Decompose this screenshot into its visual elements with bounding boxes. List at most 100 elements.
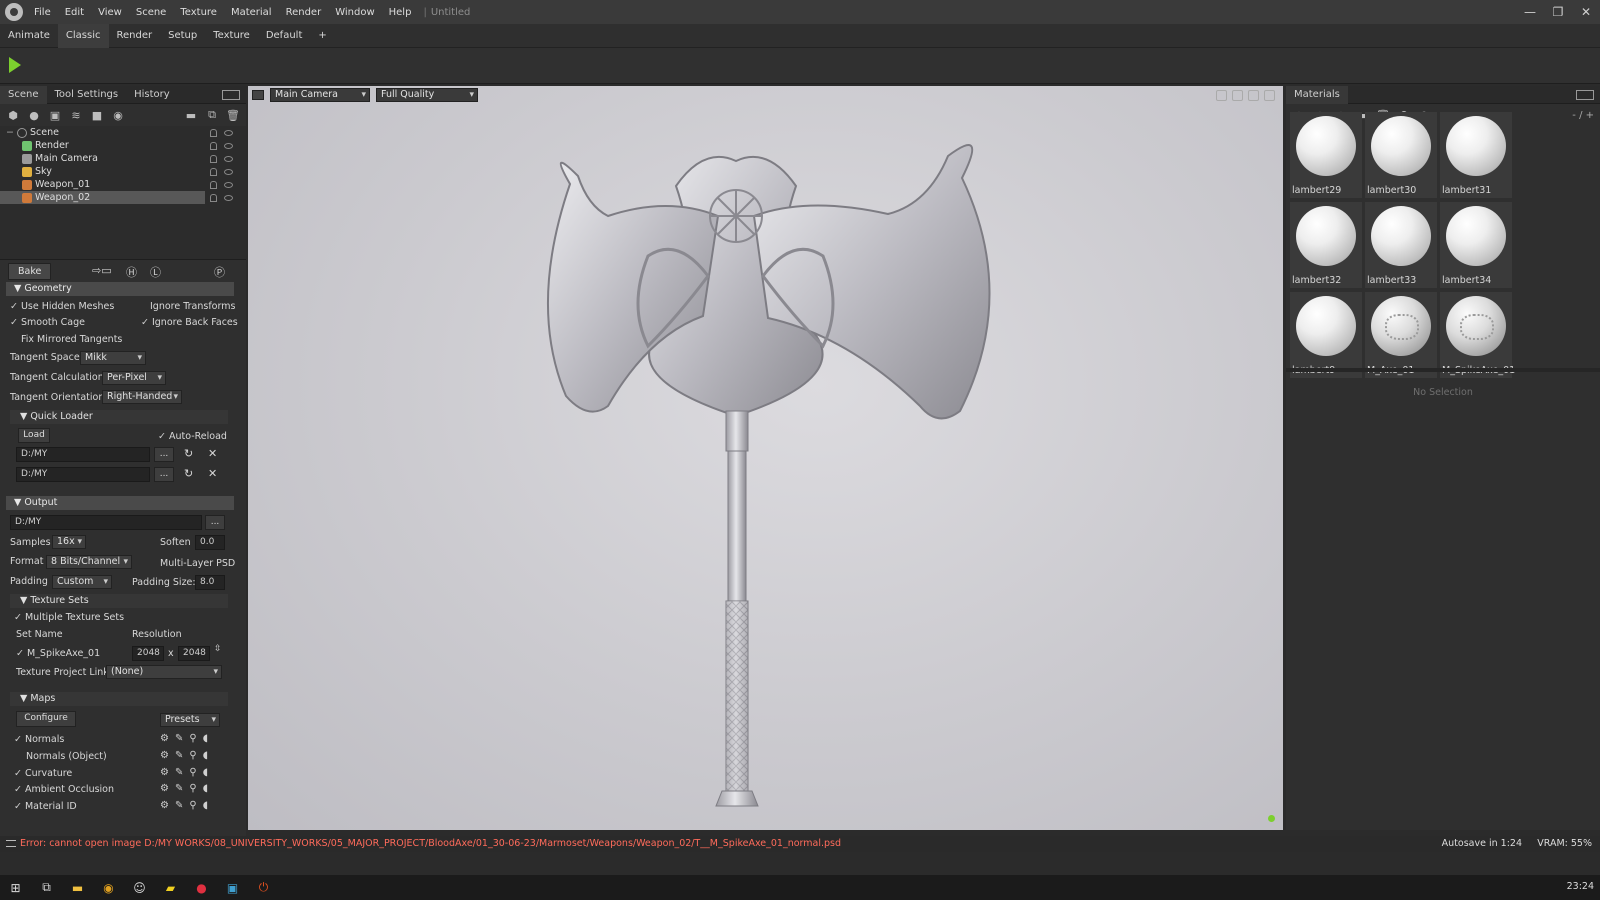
tree-item-scene[interactable]: − Scene [0, 126, 246, 139]
output-path-field[interactable]: D:/MY WORKS/08_UNIVERSITY_WORKS/05_M [10, 515, 202, 530]
maximize-icon[interactable]: ❐ [1544, 0, 1572, 24]
panel-splitter[interactable] [1286, 368, 1600, 372]
padding-dropdown[interactable]: Custom [52, 575, 112, 589]
geometry-header[interactable]: ▼ Geometry [6, 282, 234, 296]
folder-icon[interactable]: ▬ [184, 108, 198, 122]
menu-help[interactable]: Help [383, 7, 420, 18]
remove-icon[interactable]: ✕ [208, 447, 217, 460]
gear-icon[interactable]: ⚙ [160, 783, 169, 794]
texture-set-row[interactable]: M_SpikeAxe_01 [16, 648, 100, 659]
popout-icon[interactable] [1576, 89, 1594, 100]
multi-layer-psd-checkbox[interactable]: Multi-Layer PSD [160, 558, 235, 569]
export-icon[interactable]: ⇨▭ [92, 264, 112, 277]
zoom-counter[interactable]: - / + [1572, 110, 1594, 121]
eye-icon[interactable] [224, 194, 233, 201]
tab-materials[interactable]: Materials [1286, 85, 1348, 104]
multiple-texture-sets-checkbox[interactable]: Multiple Texture Sets [14, 612, 124, 623]
auto-reload-checkbox[interactable]: Auto-Reload [158, 431, 227, 442]
minimize-icon[interactable]: — [1516, 0, 1544, 24]
configure-button[interactable]: Configure [16, 711, 76, 727]
gear-icon[interactable]: ⚙ [160, 767, 169, 778]
app-icon[interactable]: ☺ [124, 875, 155, 900]
menu-file[interactable]: File [28, 7, 59, 18]
close-icon[interactable]: ✕ [1572, 0, 1600, 24]
ignore-back-faces-checkbox[interactable]: Ignore Back Faces [141, 317, 238, 328]
material-item[interactable]: lambert30 [1365, 112, 1437, 198]
tree-item-render[interactable]: Render [0, 139, 246, 152]
output-icon[interactable]: ◖ [203, 767, 208, 778]
resolution-width-field[interactable]: 2048 [132, 646, 164, 661]
tangent-calculation-dropdown[interactable]: Per-Pixel [102, 371, 166, 385]
map-normals-checkbox[interactable]: Normals [14, 734, 64, 745]
lock-icon[interactable] [210, 193, 217, 202]
eye-icon[interactable] [224, 155, 233, 162]
search-icon[interactable]: ⚲ [189, 783, 196, 794]
tab-default[interactable]: Default [258, 30, 311, 41]
quick-loader-path-1[interactable]: D:/MY WORKS/08_UNIVERSITY [16, 447, 150, 462]
low-icon[interactable]: Ⓛ [150, 264, 161, 280]
material-item[interactable]: lambert31 [1440, 112, 1512, 198]
tab-history[interactable]: History [126, 86, 178, 104]
resolution-stepper[interactable]: ⇳ [214, 644, 222, 654]
edit-icon[interactable]: ✎ [175, 800, 183, 811]
popout-icon[interactable] [222, 89, 240, 100]
tab-animate[interactable]: Animate [0, 30, 58, 41]
browse-button-2[interactable]: ... [154, 467, 174, 482]
material-item[interactable]: lambert29 [1290, 112, 1362, 198]
menu-view[interactable]: View [92, 7, 130, 18]
add-mesh-icon[interactable]: ⬢ [6, 108, 20, 122]
lock-icon[interactable] [210, 180, 217, 189]
menu-texture[interactable]: Texture [174, 7, 225, 18]
add-tab-button[interactable]: + [310, 30, 334, 41]
tree-item-main-camera[interactable]: Main Camera [0, 152, 246, 165]
add-shape-icon[interactable]: ■ [90, 108, 104, 122]
resolution-height-field[interactable]: 2048 [178, 646, 210, 661]
reload-icon[interactable]: ↻ [184, 447, 193, 460]
notes-icon[interactable]: ▰ [155, 875, 186, 900]
tab-setup[interactable]: Setup [160, 30, 205, 41]
gear-icon[interactable]: ⚙ [160, 750, 169, 761]
material-item[interactable]: M_Axe_01 [1365, 292, 1437, 378]
tab-tool-settings[interactable]: Tool Settings [47, 86, 127, 104]
load-button[interactable]: Load [18, 428, 50, 443]
map-normals-object-checkbox[interactable]: Normals (Object) [26, 751, 107, 762]
map-curvature-checkbox[interactable]: Curvature [14, 768, 72, 779]
gear-icon[interactable]: ⚙ [160, 800, 169, 811]
duplicate-icon[interactable]: ⧉ [205, 108, 219, 122]
edit-icon[interactable]: ✎ [175, 767, 183, 778]
menu-edit[interactable]: Edit [59, 7, 92, 18]
search-icon[interactable]: ⚲ [189, 767, 196, 778]
lock-icon[interactable] [210, 154, 217, 163]
marmoset-icon[interactable]: ▣ [217, 875, 248, 900]
search-icon[interactable]: ⚲ [189, 800, 196, 811]
menu-render[interactable]: Render [280, 7, 330, 18]
use-hidden-meshes-checkbox[interactable]: Use Hidden Meshes [10, 301, 114, 312]
output-icon[interactable]: ◖ [203, 733, 208, 744]
gear-icon[interactable]: ⚙ [160, 733, 169, 744]
browse-button-1[interactable]: ... [154, 447, 174, 462]
tree-item-weapon-02[interactable]: Weapon_02 [0, 191, 233, 204]
material-item[interactable]: lambert33 [1365, 202, 1437, 288]
tree-item-sky[interactable]: Sky [0, 165, 246, 178]
material-item[interactable]: lambert34 [1440, 202, 1512, 288]
quick-loader-path-2[interactable]: D:/MY WORKS/08_UNIVERSITY [16, 467, 150, 482]
log-icon[interactable] [6, 840, 16, 847]
material-item[interactable]: lambert9 [1290, 292, 1362, 378]
add-camera-icon[interactable]: ▣ [48, 108, 62, 122]
tab-render[interactable]: Render [109, 30, 161, 41]
output-browse-button[interactable]: ... [205, 515, 225, 530]
menu-scene[interactable]: Scene [130, 7, 175, 18]
presets-dropdown[interactable]: Presets [160, 713, 220, 727]
map-ambient-occlusion-checkbox[interactable]: Ambient Occlusion [14, 784, 114, 795]
add-layer-icon[interactable]: ≋ [69, 108, 83, 122]
texture-project-link-dropdown[interactable]: (None) [106, 665, 222, 679]
output-icon[interactable]: ◖ [203, 750, 208, 761]
menu-material[interactable]: Material [225, 7, 280, 18]
output-icon[interactable]: ◖ [203, 800, 208, 811]
search-icon[interactable]: ⚲ [189, 750, 196, 761]
media-icon[interactable]: ● [186, 875, 217, 900]
play-icon[interactable] [9, 57, 21, 73]
tab-classic[interactable]: Classic [57, 23, 109, 48]
tab-scene[interactable]: Scene [0, 85, 47, 104]
settings-icon[interactable]: Ⓟ [214, 264, 225, 280]
